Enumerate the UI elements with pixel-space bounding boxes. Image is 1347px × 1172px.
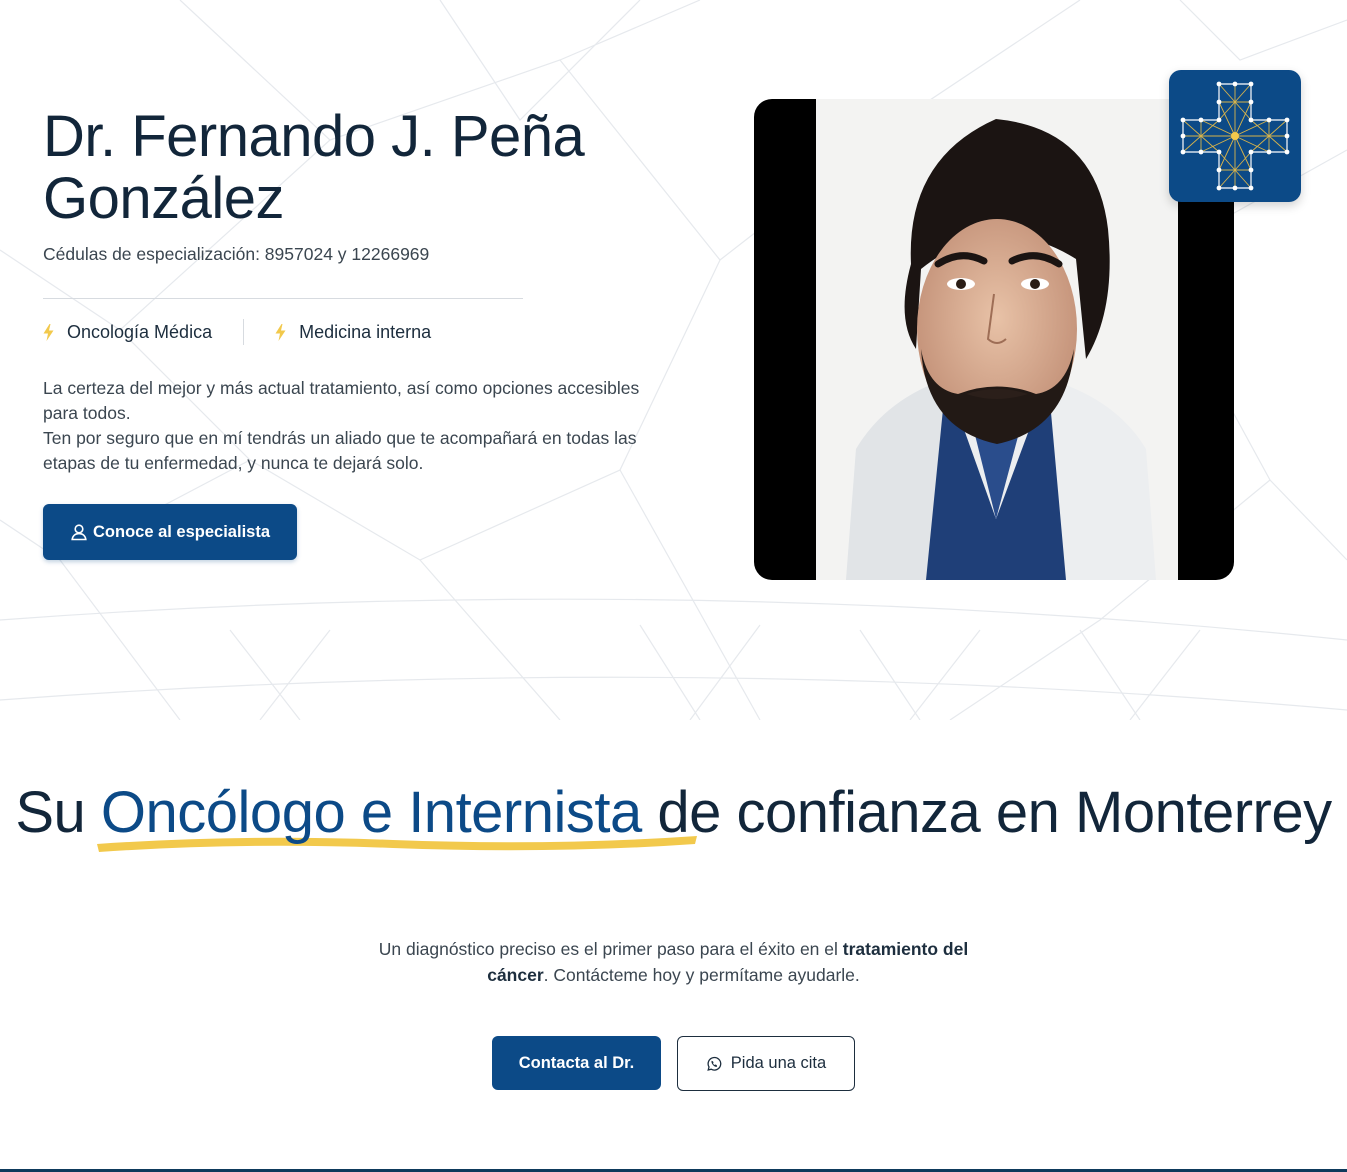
divider (43, 298, 523, 299)
bolt-icon (275, 323, 286, 341)
specialties-list: Oncología Médica Medicina interna (43, 318, 431, 346)
specialty-oncology: Oncología Médica (43, 322, 212, 343)
doctor-photo (754, 99, 1234, 580)
specialty-label: Medicina interna (299, 321, 432, 342)
heading-highlight: Oncólogo e Internista (96, 780, 697, 852)
meet-specialist-button[interactable]: Conoce al especialista (43, 504, 297, 560)
separator (243, 319, 245, 345)
specialty-internal-medicine: Medicina interna (275, 322, 431, 343)
whatsapp-icon (707, 1056, 722, 1071)
heading-suffix: de confianza en Monterrey (641, 780, 1332, 845)
doctor-portrait (816, 99, 1178, 580)
button-label: Contacta al Dr. (518, 1053, 635, 1072)
license-numbers: Cédulas de especialización: 8957024 y 12… (43, 244, 430, 264)
button-label: Pida una cita (730, 1054, 827, 1072)
hero-section: Dr. Fernando J. Peña González Cédulas de… (0, 0, 1347, 620)
description-line: La certeza del mejor y más actual tratam… (43, 378, 640, 423)
desc-text: . Contácteme hoy y permítame ayudarle. (543, 965, 860, 985)
hero-description: La certeza del mejor y más actual tratam… (43, 376, 663, 476)
section-heading: Su Oncólogo e Internista de confianza en… (0, 780, 1347, 852)
request-appointment-button[interactable]: Pida una cita (677, 1036, 855, 1091)
section-description: Un diagnóstico preciso es el primer paso… (360, 936, 987, 988)
heading-prefix: Su (15, 780, 101, 845)
user-icon (71, 524, 87, 541)
specialty-label: Oncología Médica (67, 321, 213, 342)
desc-text: Un diagnóstico preciso es el primer paso… (378, 939, 843, 959)
medical-cross-network-icon (1169, 70, 1301, 202)
contact-doctor-button[interactable]: Contacta al Dr. (492, 1036, 661, 1090)
heading-highlight-text: Oncólogo e Internista (100, 780, 642, 845)
bolt-icon (43, 323, 54, 341)
doctor-name-heading: Dr. Fernando J. Peña González (43, 104, 585, 231)
description-line: Ten por seguro que en mí tendrás un alia… (43, 428, 637, 473)
button-label: Conoce al especialista (93, 522, 270, 541)
